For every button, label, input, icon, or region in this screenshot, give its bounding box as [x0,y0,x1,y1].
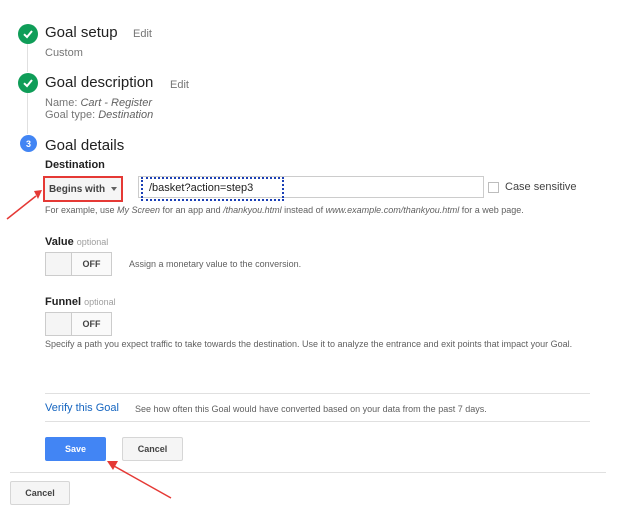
annotation-arrows [6,190,172,499]
annotation-arrow-save [107,461,172,499]
annotation-arrow-dropdown [6,190,42,220]
